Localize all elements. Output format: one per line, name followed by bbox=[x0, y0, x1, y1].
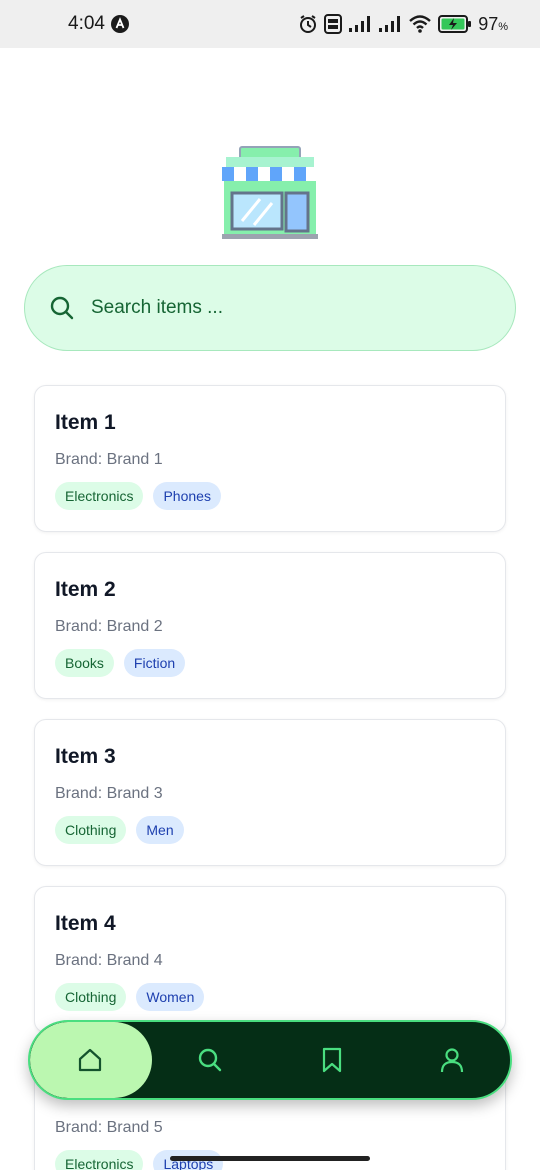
subcategory-tag: Women bbox=[136, 983, 205, 1011]
store-logo-icon bbox=[220, 145, 320, 241]
battery-icon bbox=[438, 15, 472, 33]
alarm-icon bbox=[298, 14, 318, 34]
item-card[interactable]: Item 4 Brand: Brand 4 Clothing Women bbox=[34, 886, 506, 1033]
item-card[interactable]: Item 3 Brand: Brand 3 Clothing Men bbox=[34, 719, 506, 866]
category-tag: Clothing bbox=[55, 983, 127, 1011]
subcategory-tag: Men bbox=[136, 816, 184, 844]
item-brand: Brand: Brand 4 bbox=[55, 952, 163, 969]
nav-profile[interactable] bbox=[392, 1022, 510, 1098]
search-icon bbox=[50, 296, 74, 320]
category-tag: Clothing bbox=[55, 816, 127, 844]
item-brand: Brand: Brand 5 bbox=[55, 1119, 163, 1136]
category-tag: Books bbox=[55, 649, 114, 677]
item-title: Item 1 bbox=[55, 411, 116, 434]
search-bar[interactable] bbox=[24, 265, 516, 351]
user-icon bbox=[440, 1048, 464, 1073]
item-card[interactable]: Item 1 Brand: Brand 1 Electronics Phones bbox=[34, 385, 506, 532]
notification-a-icon bbox=[110, 15, 129, 33]
wifi-icon bbox=[408, 14, 432, 34]
status-bar: 4:04 97% bbox=[0, 0, 540, 48]
item-title: Item 3 bbox=[55, 745, 116, 768]
home-indicator bbox=[170, 1156, 370, 1161]
item-card[interactable]: Item 2 Brand: Brand 2 Books Fiction bbox=[34, 552, 506, 699]
battery-percent: 97% bbox=[478, 13, 508, 34]
bookmark-icon bbox=[322, 1047, 342, 1073]
home-icon bbox=[78, 1048, 102, 1072]
nav-bookmarks[interactable] bbox=[272, 1022, 392, 1098]
volte-icon bbox=[324, 14, 343, 34]
item-brand: Brand: Brand 3 bbox=[55, 785, 163, 802]
category-tag: Electronics bbox=[55, 1150, 144, 1170]
nav-home[interactable] bbox=[30, 1022, 150, 1098]
signal-icon bbox=[348, 15, 372, 33]
category-tag: Electronics bbox=[55, 482, 144, 510]
search-input[interactable] bbox=[91, 297, 471, 319]
item-title: Item 4 bbox=[55, 912, 116, 935]
status-time: 4:04 bbox=[68, 13, 105, 34]
signal-icon bbox=[378, 15, 402, 33]
item-brand: Brand: Brand 2 bbox=[55, 618, 163, 635]
item-brand: Brand: Brand 1 bbox=[55, 451, 163, 468]
subcategory-tag: Phones bbox=[153, 482, 221, 510]
bottom-nav bbox=[28, 1020, 512, 1100]
search-icon bbox=[198, 1048, 222, 1072]
subcategory-tag: Fiction bbox=[123, 649, 186, 677]
nav-search[interactable] bbox=[150, 1022, 270, 1098]
item-title: Item 2 bbox=[55, 578, 116, 601]
